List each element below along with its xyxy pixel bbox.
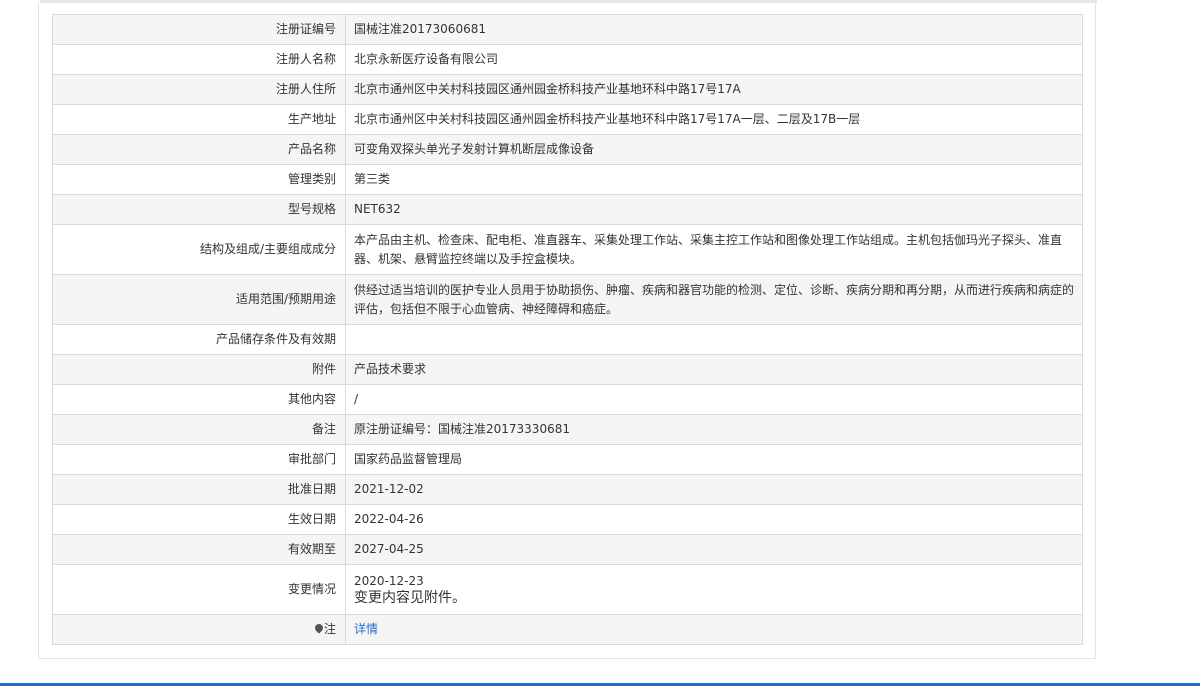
note-label: 注 bbox=[323, 622, 336, 636]
row-value: 可变角双探头单光子发射计算机断层成像设备 bbox=[345, 134, 1083, 165]
registration-detail-table: 注册证编号 国械注准20173060681 注册人名称 北京永新医疗设备有限公司… bbox=[52, 14, 1083, 645]
row-value: 原注册证编号：国械注准20173330681 bbox=[345, 414, 1083, 445]
row-value: 2022-04-26 bbox=[345, 504, 1083, 535]
pin-icon bbox=[315, 626, 323, 634]
row-value: 2027-04-25 bbox=[345, 534, 1083, 565]
row-value: 第三类 bbox=[345, 164, 1083, 195]
row-label: 审批部门 bbox=[52, 444, 346, 475]
row-label: 结构及组成/主要组成成分 bbox=[52, 224, 346, 275]
row-label: 备注 bbox=[52, 414, 346, 445]
table-row: 适用范围/预期用途 供经过适当培训的医护专业人员用于协助损伤、肿瘤、疾病和器官功… bbox=[52, 274, 1083, 325]
row-label: 附件 bbox=[52, 354, 346, 385]
row-value: 产品技术要求 bbox=[345, 354, 1083, 385]
row-label: 注册人名称 bbox=[52, 44, 346, 75]
row-label: 其他内容 bbox=[52, 384, 346, 415]
table-row: 生效日期 2022-04-26 bbox=[52, 504, 1083, 535]
table-row: 注册人住所 北京市通州区中关村科技园区通州园金桥科技产业基地环科中路17号17A bbox=[52, 74, 1083, 105]
note-label-cell: 注 bbox=[52, 614, 346, 645]
details-link[interactable]: 详情 bbox=[354, 622, 378, 636]
row-value: NET632 bbox=[345, 194, 1083, 225]
row-value: 北京永新医疗设备有限公司 bbox=[345, 44, 1083, 75]
row-value: 国械注准20173060681 bbox=[345, 14, 1083, 45]
table-row: 审批部门 国家药品监督管理局 bbox=[52, 444, 1083, 475]
row-value: 国家药品监督管理局 bbox=[345, 444, 1083, 475]
row-label: 有效期至 bbox=[52, 534, 346, 565]
row-label: 适用范围/预期用途 bbox=[52, 274, 346, 325]
row-value: 本产品由主机、检查床、配电柜、准直器车、采集处理工作站、采集主控工作站和图像处理… bbox=[345, 224, 1083, 275]
table-row-change: 变更情况 2020-12-23 变更内容见附件。 bbox=[52, 564, 1083, 615]
table-row: 有效期至 2027-04-25 bbox=[52, 534, 1083, 565]
row-label: 注册人住所 bbox=[52, 74, 346, 105]
row-label: 生效日期 bbox=[52, 504, 346, 535]
row-label: 型号规格 bbox=[52, 194, 346, 225]
row-value: 供经过适当培训的医护专业人员用于协助损伤、肿瘤、疾病和器官功能的检测、定位、诊断… bbox=[345, 274, 1083, 325]
row-label: 管理类别 bbox=[52, 164, 346, 195]
table-row: 产品储存条件及有效期 bbox=[52, 324, 1083, 355]
row-label: 批准日期 bbox=[52, 474, 346, 505]
row-label: 产品储存条件及有效期 bbox=[52, 324, 346, 355]
change-label: 变更情况 bbox=[52, 564, 346, 615]
footer-area bbox=[0, 686, 1200, 691]
row-label: 产品名称 bbox=[52, 134, 346, 165]
table-row: 结构及组成/主要组成成分 本产品由主机、检查床、配电柜、准直器车、采集处理工作站… bbox=[52, 224, 1083, 275]
row-value: 2021-12-02 bbox=[345, 474, 1083, 505]
row-label: 注册证编号 bbox=[52, 14, 346, 45]
table-row: 批准日期 2021-12-02 bbox=[52, 474, 1083, 505]
table-row: 注册人名称 北京永新医疗设备有限公司 bbox=[52, 44, 1083, 75]
change-value: 2020-12-23 变更内容见附件。 bbox=[345, 564, 1083, 615]
table-row: 型号规格 NET632 bbox=[52, 194, 1083, 225]
row-value: 北京市通州区中关村科技园区通州园金桥科技产业基地环科中路17号17A一层、二层及… bbox=[345, 104, 1083, 135]
table-row: 管理类别 第三类 bbox=[52, 164, 1083, 195]
change-date: 2020-12-23 bbox=[354, 573, 424, 588]
table-row: 其他内容 / bbox=[52, 384, 1083, 415]
change-note: 变更内容见附件。 bbox=[354, 589, 466, 606]
table-row: 注册证编号 国械注准20173060681 bbox=[52, 14, 1083, 45]
row-label: 生产地址 bbox=[52, 104, 346, 135]
table-row: 生产地址 北京市通州区中关村科技园区通州园金桥科技产业基地环科中路17号17A一… bbox=[52, 104, 1083, 135]
table-row: 附件 产品技术要求 bbox=[52, 354, 1083, 385]
row-value: 北京市通州区中关村科技园区通州园金桥科技产业基地环科中路17号17A bbox=[345, 74, 1083, 105]
row-value bbox=[345, 324, 1083, 355]
table-row: 产品名称 可变角双探头单光子发射计算机断层成像设备 bbox=[52, 134, 1083, 165]
table-row: 备注 原注册证编号：国械注准20173330681 bbox=[52, 414, 1083, 445]
row-value: / bbox=[345, 384, 1083, 415]
table-row-note: 注 详情 bbox=[52, 614, 1083, 645]
note-value: 详情 bbox=[345, 614, 1083, 645]
